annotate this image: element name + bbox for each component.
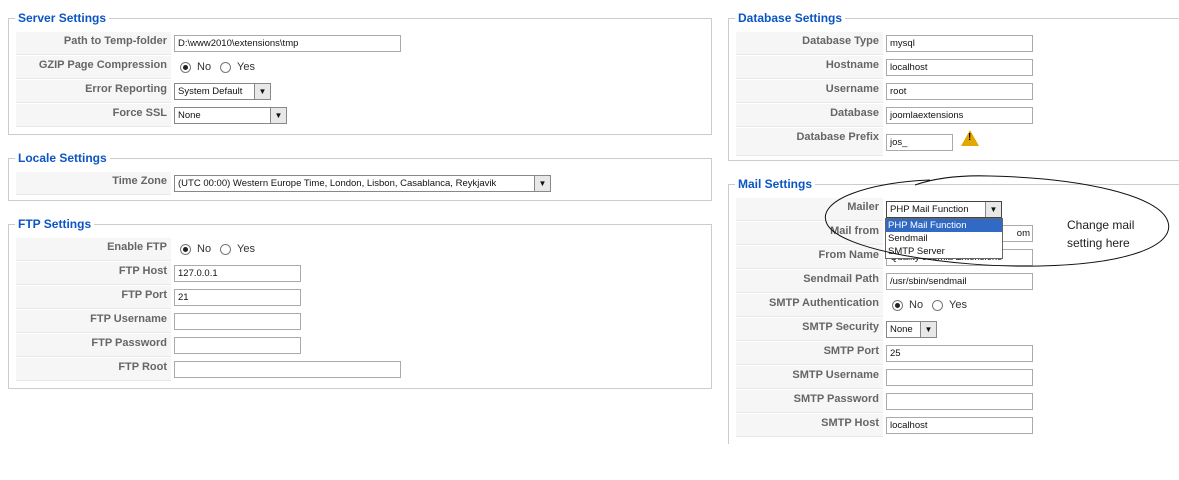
- force-ssl-value: None: [178, 110, 201, 121]
- chevron-down-icon[interactable]: ▼: [920, 322, 936, 337]
- ftp-settings-fieldset: FTP Settings Enable FTP No Yes FTP Host …: [8, 217, 712, 389]
- smtp-port-label: SMTP Port: [736, 342, 883, 365]
- error-reporting-label: Error Reporting: [16, 80, 171, 103]
- force-ssl-select[interactable]: None ▼: [174, 107, 287, 124]
- database-prefix-label: Database Prefix: [736, 128, 883, 156]
- smtp-host-input[interactable]: localhost: [886, 417, 1033, 434]
- smtp-auth-no-label: No: [909, 299, 924, 311]
- force-ssl-label: Force SSL: [16, 104, 171, 127]
- temp-folder-label: Path to Temp-folder: [16, 32, 171, 55]
- ftp-username-input[interactable]: [174, 313, 301, 330]
- mailer-option-smtp[interactable]: SMTP Server: [886, 245, 1002, 258]
- ftp-no-label: No: [197, 243, 212, 255]
- annotation-line-2: setting here: [1067, 236, 1130, 250]
- smtp-auth-yes-radio[interactable]: [932, 300, 943, 311]
- error-reporting-value: System Default: [178, 86, 243, 97]
- database-name-label: Database: [736, 104, 883, 127]
- smtp-password-input[interactable]: [886, 393, 1033, 410]
- smtp-username-input[interactable]: [886, 369, 1033, 386]
- ftp-password-label: FTP Password: [16, 334, 171, 357]
- annotation-note: Change mail setting here: [1067, 216, 1134, 252]
- database-settings-legend: Database Settings: [735, 11, 846, 25]
- ftp-password-input[interactable]: [174, 337, 301, 354]
- locale-settings-fieldset: Locale Settings Time Zone (UTC 00:00) We…: [8, 151, 712, 201]
- time-zone-value: (UTC 00:00) Western Europe Time, London,…: [178, 178, 497, 189]
- smtp-security-select[interactable]: None ▼: [886, 321, 937, 338]
- ftp-no-radio[interactable]: [180, 244, 191, 255]
- gzip-label: GZIP Page Compression: [16, 56, 171, 79]
- ftp-host-input[interactable]: 127.0.0.1: [174, 265, 301, 282]
- chevron-down-icon[interactable]: ▼: [254, 84, 270, 99]
- smtp-auth-label: SMTP Authentication: [736, 294, 883, 317]
- warning-icon: !: [961, 130, 979, 146]
- locale-settings-legend: Locale Settings: [15, 151, 110, 165]
- temp-folder-input[interactable]: D:\www2010\extensions\tmp: [174, 35, 401, 52]
- mail-settings-legend: Mail Settings: [735, 177, 816, 191]
- ftp-root-label: FTP Root: [16, 358, 171, 381]
- from-name-label: From Name: [736, 246, 883, 269]
- chevron-down-icon[interactable]: ▼: [270, 108, 286, 123]
- mailer-value: PHP Mail Function: [890, 204, 969, 215]
- time-zone-label: Time Zone: [16, 172, 171, 195]
- ftp-username-label: FTP Username: [16, 310, 171, 333]
- mailer-select[interactable]: PHP Mail Function ▼: [886, 201, 1002, 218]
- ftp-host-label: FTP Host: [16, 262, 171, 285]
- smtp-security-value: None: [890, 324, 913, 335]
- enable-ftp-label: Enable FTP: [16, 238, 171, 261]
- sendmail-path-input[interactable]: /usr/sbin/sendmail: [886, 273, 1033, 290]
- server-settings-legend: Server Settings: [15, 11, 110, 25]
- smtp-security-label: SMTP Security: [736, 318, 883, 341]
- gzip-yes-label: Yes: [237, 61, 255, 73]
- database-type-input[interactable]: mysql: [886, 35, 1033, 52]
- chevron-down-icon[interactable]: ▼: [534, 176, 550, 191]
- smtp-host-label: SMTP Host: [736, 414, 883, 437]
- mail-from-label: Mail from: [736, 222, 883, 245]
- mailer-option-sendmail[interactable]: Sendmail: [886, 232, 1002, 245]
- gzip-no-label: No: [197, 61, 212, 73]
- mailer-option-php[interactable]: PHP Mail Function: [886, 219, 1002, 232]
- smtp-auth-no-radio[interactable]: [892, 300, 903, 311]
- chevron-down-icon[interactable]: ▼: [985, 202, 1001, 217]
- database-name-input[interactable]: joomlaextensions: [886, 107, 1033, 124]
- time-zone-select[interactable]: (UTC 00:00) Western Europe Time, London,…: [174, 175, 551, 192]
- database-type-label: Database Type: [736, 32, 883, 55]
- gzip-yes-radio[interactable]: [220, 62, 231, 73]
- hostname-label: Hostname: [736, 56, 883, 79]
- ftp-root-input[interactable]: [174, 361, 401, 378]
- error-reporting-select[interactable]: System Default ▼: [174, 83, 271, 100]
- smtp-password-label: SMTP Password: [736, 390, 883, 413]
- gzip-no-radio[interactable]: [180, 62, 191, 73]
- db-username-input[interactable]: root: [886, 83, 1033, 100]
- mailer-dropdown-list: PHP Mail Function Sendmail SMTP Server: [885, 218, 1003, 259]
- server-settings-fieldset: Server Settings Path to Temp-folder D:\w…: [8, 11, 712, 135]
- hostname-input[interactable]: localhost: [886, 59, 1033, 76]
- database-prefix-input[interactable]: jos_: [886, 134, 953, 151]
- smtp-port-input[interactable]: 25: [886, 345, 1033, 362]
- ftp-yes-radio[interactable]: [220, 244, 231, 255]
- ftp-port-label: FTP Port: [16, 286, 171, 309]
- sendmail-path-label: Sendmail Path: [736, 270, 883, 293]
- ftp-port-input[interactable]: 21: [174, 289, 301, 306]
- smtp-username-label: SMTP Username: [736, 366, 883, 389]
- database-settings-fieldset: Database Settings Database Type mysql Ho…: [728, 11, 1179, 161]
- mailer-label: Mailer: [736, 198, 883, 221]
- ftp-settings-legend: FTP Settings: [15, 217, 95, 231]
- smtp-auth-yes-label: Yes: [949, 299, 967, 311]
- annotation-line-1: Change mail: [1067, 218, 1135, 232]
- ftp-yes-label: Yes: [237, 243, 255, 255]
- db-username-label: Username: [736, 80, 883, 103]
